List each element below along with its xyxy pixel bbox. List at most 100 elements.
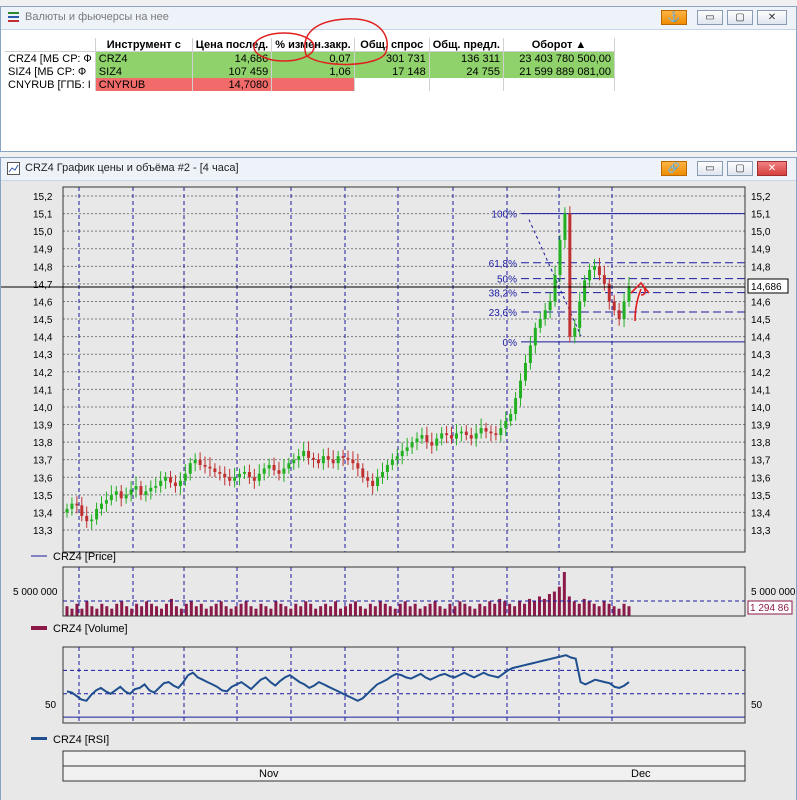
price-tick-label-right: 15,0 <box>751 227 771 238</box>
volume-bar <box>339 608 343 616</box>
candle-body <box>410 442 414 448</box>
row-change <box>271 78 355 91</box>
volume-bar <box>289 608 293 616</box>
volume-bar <box>592 603 596 616</box>
volume-bar <box>577 603 581 616</box>
candle-body <box>514 398 518 414</box>
price-tick-label-left: 13,8 <box>33 438 53 449</box>
candle-body <box>533 327 537 346</box>
chart-titlebar: CRZ4 График цены и объёма #2 - [4 часа] … <box>1 158 796 181</box>
price-panel-frame <box>62 186 746 553</box>
candle-body <box>464 431 468 436</box>
candle-body <box>331 459 335 464</box>
volume-bar <box>453 606 457 616</box>
candle-body <box>538 319 542 328</box>
fib-level-label: 23,6% <box>489 308 517 319</box>
candle-body <box>149 487 153 492</box>
price-tick-label-right: 13,5 <box>751 491 771 502</box>
price-tick-label-left: 14,5 <box>33 315 53 326</box>
rsi-panel-frame <box>62 646 746 724</box>
candle-body <box>198 459 202 465</box>
volume-bar <box>174 606 178 616</box>
link-button[interactable]: 🔗 <box>661 161 687 176</box>
price-tick-label-left: 14,3 <box>33 350 53 361</box>
fib-level-label: 100% <box>491 210 517 221</box>
volume-bar <box>378 601 382 616</box>
volume-bar <box>493 603 497 616</box>
candle-body <box>139 486 143 495</box>
volume-bar <box>209 606 213 616</box>
volume-bar <box>488 601 492 616</box>
volume-bar <box>433 601 437 616</box>
candle-body <box>395 456 399 460</box>
candle-body <box>188 463 192 474</box>
close-button[interactable]: ✕ <box>757 161 787 176</box>
volume-bar <box>383 603 387 616</box>
volume-bar <box>617 608 621 616</box>
price-tick-label-left: 14,0 <box>33 403 53 414</box>
candle-body <box>292 459 296 464</box>
chart-window: CRZ4 График цены и объёма #2 - [4 часа] … <box>0 157 797 800</box>
candle-body <box>346 457 350 460</box>
price-tick-label-right: 14,2 <box>751 368 771 379</box>
candle-body <box>435 438 439 446</box>
volume-bar <box>219 601 223 616</box>
candle-body <box>134 486 138 490</box>
candle-body <box>459 431 463 434</box>
candle-body <box>307 450 311 458</box>
candle-body <box>297 456 301 460</box>
price-tick-label-right: 13,3 <box>751 526 771 537</box>
price-tick-label-right: 14,6 <box>751 297 771 308</box>
volume-bar <box>473 608 477 616</box>
link-icon: 🔗 <box>667 163 681 174</box>
maximize-button[interactable]: ▢ <box>727 161 753 176</box>
candle-body <box>499 428 503 436</box>
annotation-circles <box>253 18 388 66</box>
month-label-dec: Dec <box>631 768 651 780</box>
candle-body <box>203 464 207 467</box>
candle-body <box>159 480 163 487</box>
volume-bar <box>244 601 248 616</box>
rsi-line <box>66 654 630 702</box>
candle-body <box>326 456 330 460</box>
table-row[interactable]: CNYRUB [ГПБ: I CNYRUB 14,7080 <box>5 78 615 91</box>
volume-bar <box>135 603 139 616</box>
minimize-button[interactable]: ▭ <box>697 161 723 176</box>
volume-bar <box>80 608 84 616</box>
volume-bar <box>547 594 551 616</box>
volume-bar <box>552 591 556 616</box>
volume-bar <box>542 598 546 616</box>
candle-body <box>223 473 227 478</box>
candle-body <box>390 459 394 465</box>
candle-body <box>100 503 104 509</box>
candle-body <box>612 301 616 311</box>
price-tick-label-left: 15,0 <box>33 227 53 238</box>
volume-bar <box>269 608 273 616</box>
candle-body <box>169 477 173 483</box>
price-chart[interactable]: 100% 61,8% 50% 38,2% 23,6% 0% 15,2 15,2 15,1 15,… <box>1 181 796 800</box>
rsi-tick-right: 50 <box>751 700 763 711</box>
candle-body <box>65 508 69 513</box>
volume-bar <box>483 606 487 616</box>
candle-body <box>450 435 454 439</box>
price-tick-label-left: 13,4 <box>33 508 53 519</box>
candle-body <box>602 275 606 284</box>
row-ask <box>429 78 505 91</box>
price-legend: CRZ4 [Price] <box>53 551 116 563</box>
volume-bar <box>368 603 372 616</box>
candle-body <box>321 456 325 464</box>
candle-body <box>558 239 562 276</box>
price-tick-label-left: 13,7 <box>33 456 53 467</box>
candle-body <box>242 471 246 474</box>
candle-body <box>124 494 128 499</box>
candle-body <box>193 459 197 464</box>
candle-body <box>622 301 626 320</box>
volume-bar <box>324 603 328 616</box>
volume-bar <box>438 606 442 616</box>
candle-body <box>247 471 251 478</box>
instruments-window: Валюты и фьючерсы на нее ⚓ ▭ ▢ ✕ Инструм… <box>0 6 797 152</box>
candle-body <box>484 428 488 432</box>
volume-bar <box>279 603 283 616</box>
candle-body <box>385 464 389 472</box>
candle-body <box>528 345 532 363</box>
